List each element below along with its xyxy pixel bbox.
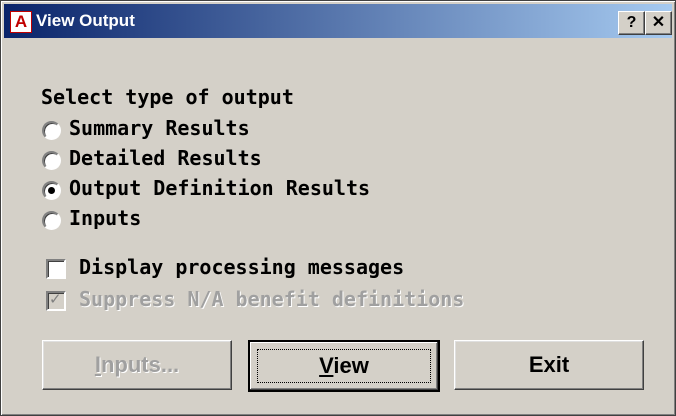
radio-output-definition-results[interactable] — [42, 181, 61, 200]
view-output-dialog: A View Output ? ✕ Select type of output … — [0, 0, 676, 416]
display-processing-messages-label[interactable]: Display processing messages — [79, 255, 404, 279]
suppress-na-label: Suppress N/A benefit definitions — [79, 287, 465, 311]
display-processing-messages-checkbox[interactable] — [46, 259, 66, 279]
inputs-button-label: Inputs... — [94, 352, 180, 377]
checkmark-icon: ✓ — [49, 290, 62, 308]
inputs-button[interactable]: Inputs... — [42, 340, 232, 390]
view-button-label: View — [319, 353, 369, 378]
suppress-na-checkbox[interactable]: ✓ — [46, 290, 66, 311]
radio-label-output-definition-results[interactable]: Output Definition Results — [69, 176, 370, 200]
view-button[interactable]: View — [248, 340, 440, 392]
exit-button[interactable]: Exit — [454, 340, 644, 390]
radio-summary-results[interactable] — [42, 121, 61, 140]
radio-label-inputs[interactable]: Inputs — [69, 206, 141, 230]
exit-button-label: Exit — [528, 352, 570, 377]
window-title: View Output — [36, 11, 135, 30]
title-bar[interactable]: A View Output ? ✕ — [4, 4, 672, 38]
close-button[interactable]: ✕ — [645, 11, 672, 35]
radio-label-detailed-results[interactable]: Detailed Results — [69, 146, 262, 170]
app-logo-icon: A — [10, 11, 32, 33]
help-button[interactable]: ? — [618, 11, 645, 35]
radio-detailed-results[interactable] — [42, 151, 61, 170]
radio-selected-dot — [48, 187, 55, 194]
radio-inputs[interactable] — [42, 211, 61, 230]
radio-label-summary-results[interactable]: Summary Results — [69, 116, 250, 140]
output-type-label: Select type of output — [41, 85, 294, 109]
